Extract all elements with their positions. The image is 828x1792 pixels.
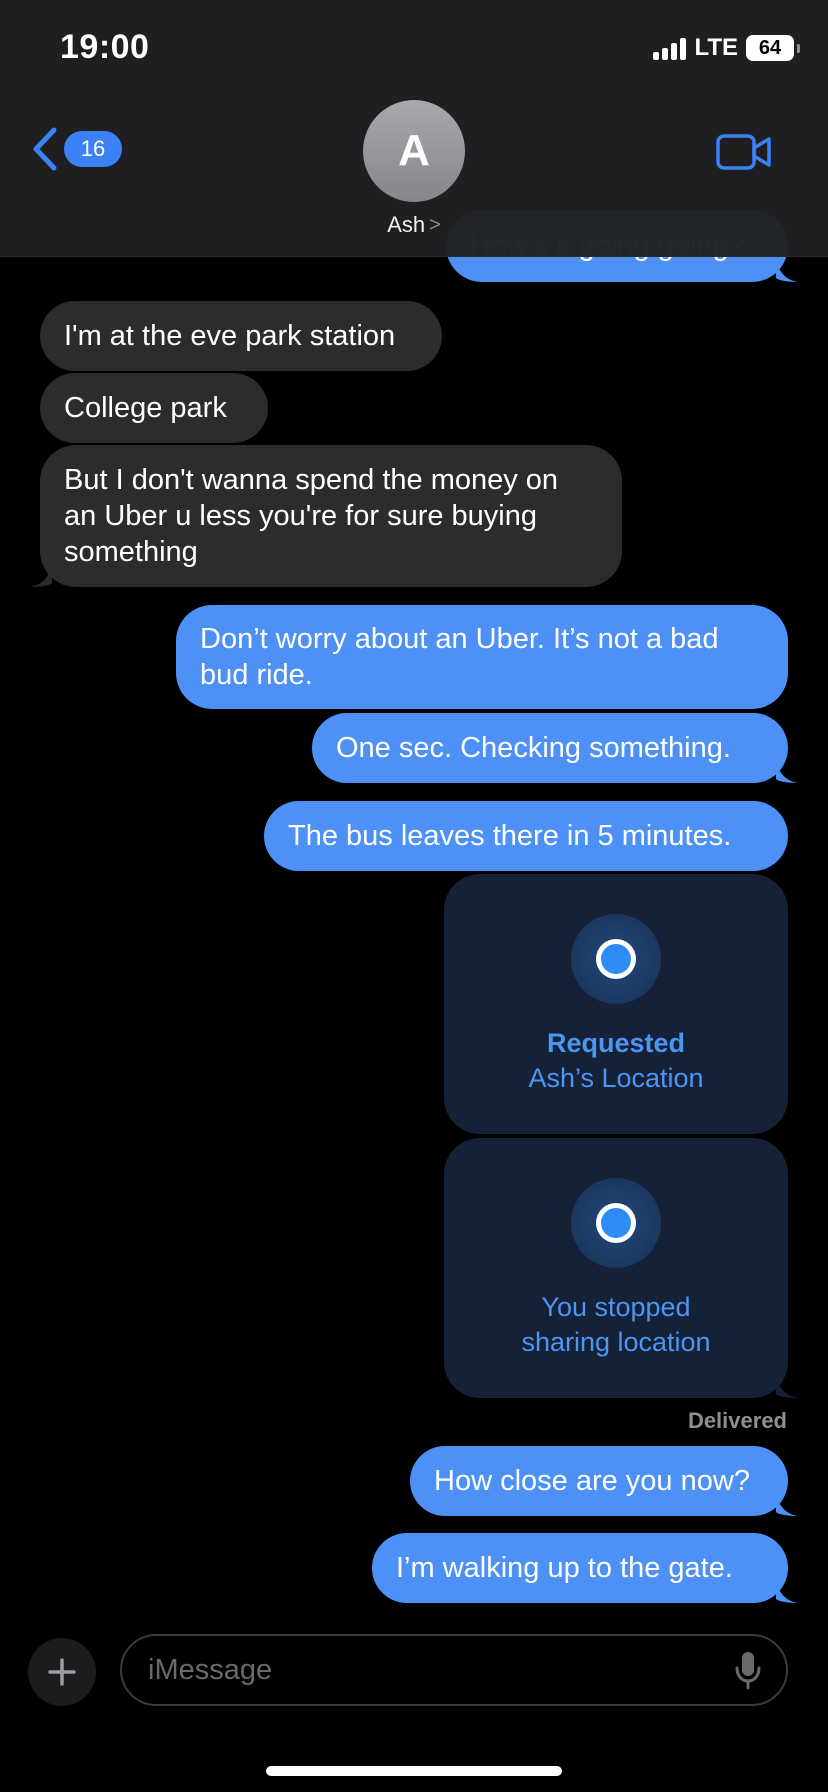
- chevron-left-icon: [33, 127, 57, 171]
- location-stopped-line2: sharing location: [521, 1327, 711, 1357]
- message-text: College park: [64, 392, 227, 424]
- network-type: LTE: [694, 34, 738, 61]
- message-text: One sec. Checking something.: [336, 732, 731, 764]
- message-text: How close are you now?: [434, 1465, 750, 1497]
- message-bubble-incoming[interactable]: I'm at the eve park station: [40, 301, 442, 371]
- contact-name: Ash: [387, 212, 426, 237]
- location-request-text: Requested Ash’s Location: [528, 1026, 703, 1096]
- battery-icon: 64: [746, 35, 800, 61]
- location-request-title: Requested: [546, 1028, 686, 1058]
- delivered-status: Delivered: [687, 1408, 787, 1433]
- message-bubble-outgoing[interactable]: The bus leaves there in 5 minutes.: [264, 801, 788, 871]
- message-bubble-incoming[interactable]: College park: [40, 373, 268, 443]
- unread-count-badge: 16: [64, 131, 122, 167]
- bubble-tail: [776, 759, 798, 783]
- plus-button[interactable]: [28, 1638, 96, 1706]
- message-bubble-outgoing[interactable]: Don’t worry about an Uber. It’s not a ba…: [176, 605, 788, 709]
- home-indicator: [266, 1766, 562, 1776]
- video-camera-icon[interactable]: [716, 133, 772, 171]
- bubble-tail: [776, 258, 798, 282]
- messages-screen: How's it going going? I'm at the eve par…: [0, 0, 828, 1792]
- back-button[interactable]: 16: [30, 126, 122, 172]
- chevron-right-icon: >: [429, 213, 441, 236]
- message-bubble-outgoing[interactable]: How close are you now?: [410, 1446, 798, 1516]
- microphone-icon[interactable]: [734, 1650, 762, 1690]
- location-stopped-text: You stopped sharing location: [521, 1290, 710, 1360]
- message-bubble-outgoing[interactable]: I’m walking up to the gate.: [372, 1533, 798, 1603]
- status-time: 19:00: [60, 28, 150, 66]
- status-indicators: LTE 64: [653, 34, 800, 62]
- status-bar: 19:00 LTE 64: [0, 0, 828, 100]
- bubble-tail: [776, 1374, 798, 1398]
- message-text: Don’t worry about an Uber. It’s not a ba…: [200, 623, 719, 691]
- avatar: A: [363, 100, 465, 202]
- location-pin-icon: [571, 914, 661, 1004]
- bubble-tail: [776, 1492, 798, 1516]
- imessage-text-field[interactable]: [146, 1652, 734, 1688]
- message-text: But I don't wanna spend the money on an …: [64, 464, 559, 568]
- signal-bars-icon: [653, 36, 687, 60]
- plus-icon: [48, 1658, 76, 1686]
- location-pin-icon: [571, 1178, 661, 1268]
- location-request-subtitle: Ash’s Location: [528, 1063, 704, 1093]
- bubble-tail: [30, 563, 52, 587]
- message-input[interactable]: [120, 1634, 788, 1706]
- location-stopped-card[interactable]: You stopped sharing location: [444, 1138, 798, 1398]
- message-bubble-outgoing[interactable]: One sec. Checking something.: [312, 713, 798, 783]
- bubble-tail: [776, 1579, 798, 1603]
- battery-level: 64: [758, 36, 782, 59]
- message-text: I’m walking up to the gate.: [396, 1552, 733, 1584]
- message-text: The bus leaves there in 5 minutes.: [288, 820, 732, 852]
- contact-name-row: Ash >: [387, 212, 441, 238]
- location-stopped-line1: You stopped: [541, 1292, 691, 1322]
- message-text: I'm at the eve park station: [64, 320, 396, 352]
- location-request-card[interactable]: Requested Ash’s Location: [444, 874, 788, 1134]
- contact-info-button[interactable]: A Ash >: [334, 100, 494, 238]
- message-bubble-incoming[interactable]: But I don't wanna spend the money on an …: [30, 445, 622, 587]
